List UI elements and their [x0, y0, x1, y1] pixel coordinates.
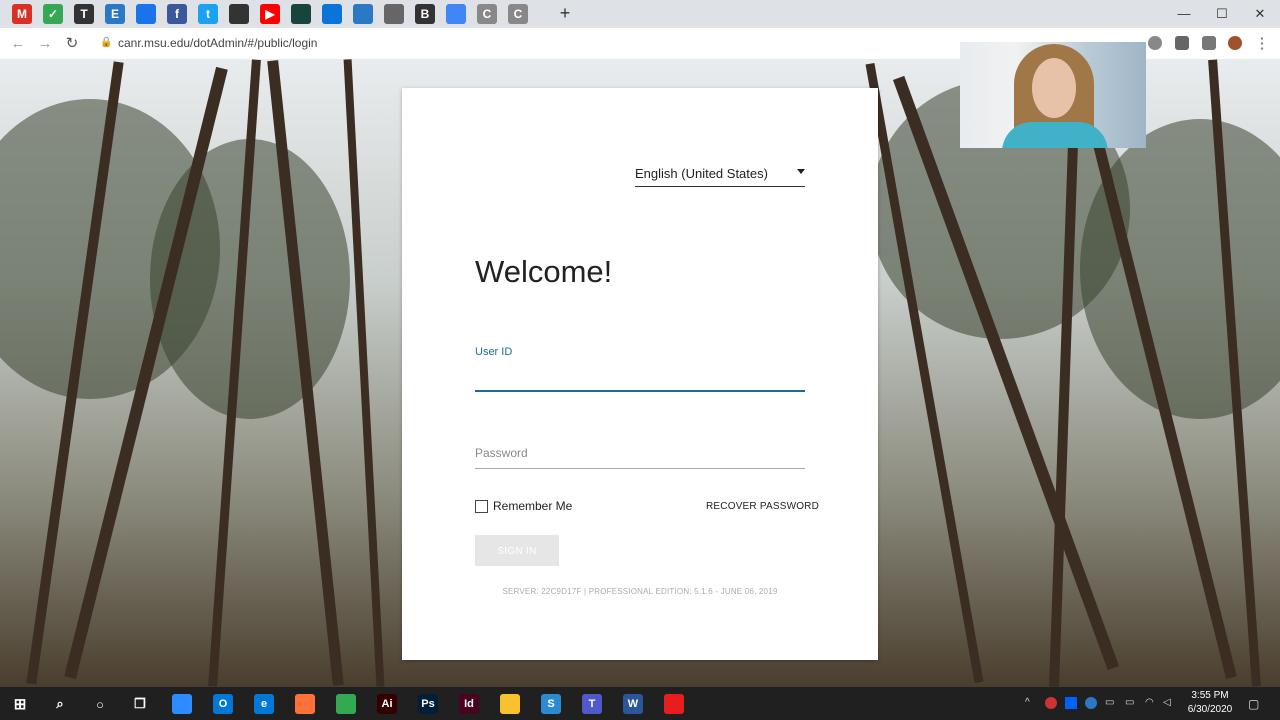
cloud-icon[interactable]: [322, 4, 342, 24]
clock-time: 3:55 PM: [1191, 690, 1229, 701]
language-value: English (United States): [635, 166, 768, 181]
lock-icon[interactable]: 🔒: [100, 37, 112, 48]
check-icon[interactable]: ✓: [43, 4, 63, 24]
webcam-overlay: [960, 42, 1146, 148]
menu-icon[interactable]: ⋮: [1252, 34, 1272, 54]
underline-icon[interactable]: T: [74, 4, 94, 24]
acrobat-icon[interactable]: [664, 694, 684, 714]
remember-me-checkbox[interactable]: Remember Me: [475, 499, 572, 513]
page-icon[interactable]: [353, 4, 373, 24]
snagit-icon[interactable]: S: [541, 694, 561, 714]
dropbox-icon[interactable]: [1065, 697, 1077, 709]
browser-tab-strip: M ✓ T Ef t ▶ B C C + — ☐ ✕: [0, 0, 1280, 28]
e-app-icon[interactable]: E: [105, 4, 125, 24]
tray-chevron-icon[interactable]: ^: [1025, 697, 1037, 709]
chrome-icon[interactable]: [336, 694, 356, 714]
doc-icon[interactable]: [136, 4, 156, 24]
wifi-icon[interactable]: ◠: [1145, 697, 1157, 709]
user-id-input[interactable]: [475, 360, 805, 392]
clock-date: 6/30/2020: [1187, 704, 1233, 715]
login-card: English (United States) Welcome! User ID…: [402, 88, 878, 660]
spartan-icon[interactable]: [291, 4, 311, 24]
onedrive-icon[interactable]: [1085, 697, 1097, 709]
back-icon[interactable]: ←: [8, 34, 28, 54]
sign-in-button[interactable]: SIGN IN: [475, 535, 559, 566]
extensions-puzzle-icon[interactable]: [1175, 36, 1189, 50]
gmail-icon[interactable]: M: [12, 4, 32, 24]
forward-icon[interactable]: →: [35, 34, 55, 54]
windows-start-icon[interactable]: ⊞: [10, 694, 30, 714]
notifications-icon[interactable]: ▢: [1248, 697, 1260, 711]
facebook-icon[interactable]: f: [167, 4, 187, 24]
firefox-icon[interactable]: [295, 694, 315, 714]
network-icon[interactable]: ▭: [1105, 697, 1117, 709]
photoshop-icon[interactable]: Ps: [418, 694, 438, 714]
twitter-icon[interactable]: t: [198, 4, 218, 24]
bug-icon[interactable]: [384, 4, 404, 24]
remember-me-label: Remember Me: [493, 499, 573, 513]
c-icon[interactable]: C: [508, 4, 528, 24]
language-select[interactable]: English (United States): [635, 164, 805, 187]
volume-icon[interactable]: ◁: [1163, 697, 1175, 709]
dropdown-caret-icon: [797, 169, 805, 174]
battery-icon[interactable]: ▭: [1125, 697, 1137, 709]
password-input[interactable]: [475, 438, 805, 469]
search-icon[interactable]: ⌕: [50, 694, 70, 714]
minimize-icon[interactable]: —: [1172, 4, 1196, 24]
checkbox-icon[interactable]: [475, 499, 488, 513]
shield-icon[interactable]: [229, 4, 249, 24]
word-icon[interactable]: W: [623, 694, 643, 714]
close-icon[interactable]: ✕: [1248, 4, 1272, 24]
task-view-icon[interactable]: ❐: [130, 694, 150, 714]
file-explorer-icon[interactable]: [500, 694, 520, 714]
edge-icon[interactable]: e: [254, 694, 274, 714]
cortana-icon[interactable]: ○: [90, 694, 110, 714]
c-icon[interactable]: C: [477, 4, 497, 24]
extension-icon[interactable]: [1148, 36, 1162, 50]
illustrator-icon[interactable]: Ai: [377, 694, 397, 714]
outlook-icon[interactable]: O: [213, 694, 233, 714]
user-id-label: User ID: [475, 346, 513, 358]
youtube-icon[interactable]: ▶: [260, 4, 280, 24]
server-info: SERVER: 22C9D17F | PROFESSIONAL EDITION:…: [502, 587, 778, 596]
maximize-icon[interactable]: ☐: [1210, 4, 1234, 24]
reading-list-icon[interactable]: [1202, 36, 1216, 50]
welcome-heading: Welcome!: [475, 254, 613, 289]
zoom-icon[interactable]: [172, 694, 192, 714]
avatar[interactable]: [1228, 36, 1242, 50]
windows-taskbar: ⊞ ⌕ ○ ❐ Oe Ai Ps Id S T W ^ ▭ ▭ ◠ ◁ 3:55 PM 6/…: [0, 687, 1280, 720]
reload-icon[interactable]: ↻: [62, 34, 82, 54]
teams-icon[interactable]: T: [582, 694, 602, 714]
bold-icon[interactable]: B: [415, 4, 435, 24]
system-clock[interactable]: 3:55 PM 6/30/2020: [1180, 689, 1240, 717]
tray-app-icon[interactable]: [1045, 697, 1057, 709]
address-bar[interactable]: canr.msu.edu/dotAdmin/#/public/login: [118, 36, 317, 50]
indesign-icon[interactable]: Id: [459, 694, 479, 714]
recover-password-link[interactable]: RECOVER PASSWORD: [706, 501, 819, 512]
new-tab-button[interactable]: +: [556, 3, 574, 23]
flow-icon[interactable]: [446, 4, 466, 24]
